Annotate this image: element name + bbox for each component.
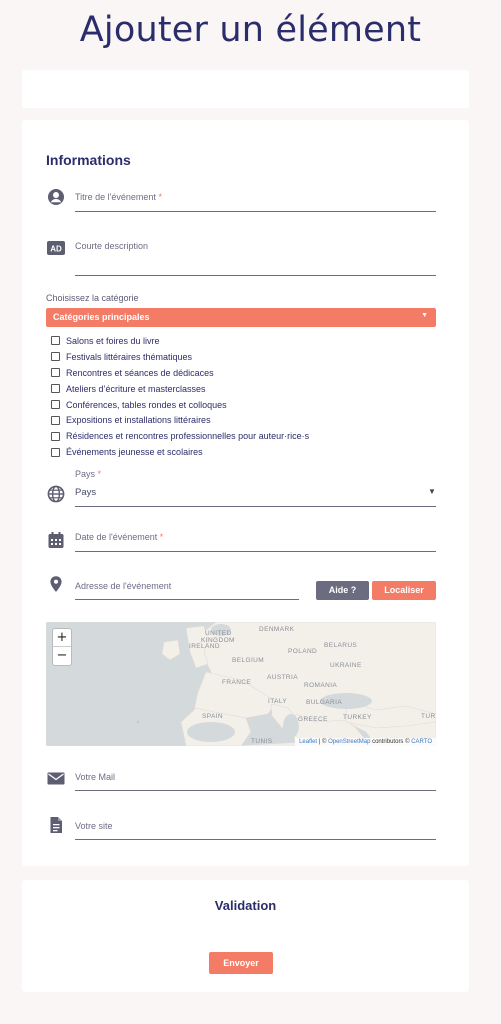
- date-input[interactable]: [75, 551, 436, 552]
- map-label: POLAND: [288, 648, 318, 655]
- category-option[interactable]: Rencontres et séances de dédicaces: [51, 365, 309, 381]
- validation-title: Validation: [214, 898, 277, 913]
- help-button[interactable]: Aide ?: [316, 581, 369, 600]
- category-option[interactable]: Festivals littéraires thématiques: [51, 349, 309, 365]
- informations-card: Informations Titre de l'événement * AD C…: [22, 120, 469, 866]
- site-input[interactable]: [75, 839, 436, 840]
- send-button[interactable]: Envoyer: [209, 952, 273, 974]
- map-label: FRANCE: [222, 679, 252, 686]
- top-card: [22, 70, 469, 108]
- section-title-informations: Informations: [46, 152, 131, 168]
- category-option-label: Rencontres et séances de dédicaces: [66, 367, 214, 378]
- category-checkbox-list: Salons et foires du livre Festivals litté…: [51, 333, 309, 460]
- category-option[interactable]: Événements jeunesse et scolaires: [51, 444, 309, 460]
- category-option-label: Conférences, tables rondes et colloques: [66, 399, 227, 410]
- map-label: UKRAINE: [330, 662, 362, 669]
- calendar-icon: [47, 531, 65, 549]
- ad-badge-icon: AD: [47, 239, 65, 257]
- category-option-label: Résidences et rencontres professionnelle…: [66, 431, 310, 442]
- zoom-in-button[interactable]: +: [53, 629, 71, 647]
- category-checkbox[interactable]: [51, 400, 60, 409]
- category-select-value: Catégories principales: [53, 312, 150, 322]
- mail-input[interactable]: [75, 790, 436, 791]
- country-underline: [75, 506, 436, 507]
- caret-down-icon: ▼: [421, 312, 428, 319]
- category-checkbox[interactable]: [51, 384, 60, 394]
- envelope-icon: [47, 769, 65, 787]
- description-input[interactable]: [75, 275, 436, 276]
- category-select[interactable]: Catégories principales ▼: [46, 308, 436, 327]
- map-label: BELARUS: [324, 642, 358, 649]
- country-field-label: Pays *: [75, 469, 102, 479]
- zoom-controls: + −: [52, 628, 72, 666]
- address-field-label: Adresse de l'événement: [75, 581, 172, 591]
- map-pin-icon: [47, 575, 65, 593]
- title-input[interactable]: [75, 211, 436, 212]
- leaflet-link[interactable]: Leaflet: [299, 739, 317, 745]
- category-label: Choisissez la catégorie: [46, 293, 139, 303]
- category-option-label: Festivals littéraires thématiques: [66, 351, 193, 362]
- map-label: TUNIS: [251, 738, 273, 745]
- zoom-out-button[interactable]: −: [53, 647, 71, 665]
- map-label: ROMANIA: [304, 682, 338, 689]
- map-label: SPAIN: [202, 713, 224, 720]
- category-option-label: Événements jeunesse et scolaires: [66, 447, 203, 458]
- map-label: ITALY: [268, 698, 288, 705]
- document-icon: [47, 816, 65, 834]
- globe-icon: [47, 485, 65, 503]
- map-label: UNITED: [205, 630, 232, 637]
- description-field-label: Courte description: [75, 241, 149, 251]
- category-checkbox[interactable]: [51, 447, 60, 457]
- map-attribution: Leaflet | © OpenStreetMap contributors ©…: [295, 738, 436, 746]
- category-option[interactable]: Conférences, tables rondes et colloques: [51, 397, 309, 413]
- locate-button[interactable]: Localiser: [372, 581, 436, 600]
- category-option[interactable]: Salons et foires du livre: [51, 333, 309, 349]
- title-field-label: Titre de l'événement *: [75, 192, 162, 202]
- category-option[interactable]: Ateliers d’écriture et masterclasses: [51, 381, 309, 397]
- page-title: Ajouter un élément: [79, 10, 422, 50]
- carto-link[interactable]: CARTO: [411, 739, 432, 745]
- map-label: BELGIUM: [232, 657, 265, 664]
- map-label: TUR: [421, 713, 436, 720]
- category-checkbox[interactable]: [51, 415, 60, 425]
- osm-link[interactable]: OpenStreetMap: [328, 739, 370, 745]
- country-select[interactable]: Pays: [75, 487, 96, 498]
- map[interactable]: + − DENMARK UNITED KINGDOM IRELAND BELAR…: [46, 622, 436, 746]
- address-input[interactable]: [75, 599, 299, 600]
- category-option-label: Expositions et installations littéraires: [66, 415, 211, 426]
- category-checkbox[interactable]: [51, 368, 60, 378]
- user-circle-icon: [47, 188, 65, 206]
- category-checkbox[interactable]: [51, 352, 60, 362]
- caret-down-icon[interactable]: ▼: [428, 487, 436, 496]
- svg-text:AD: AD: [50, 245, 62, 254]
- category-option-label: Ateliers d’écriture et masterclasses: [66, 383, 206, 394]
- map-label: GREECE: [298, 716, 328, 723]
- map-label: BULGARIA: [306, 699, 343, 706]
- map-label: DENMARK: [259, 626, 295, 633]
- mail-field-label: Votre Mail: [75, 772, 116, 782]
- category-option[interactable]: Résidences et rencontres professionnelle…: [51, 428, 309, 444]
- date-field-label: Date de l'événement *: [75, 532, 164, 542]
- map-label: TURKEY: [343, 714, 372, 721]
- validation-card: Validation Envoyer: [22, 880, 469, 992]
- category-option-label: Salons et foires du livre: [66, 335, 160, 346]
- category-option[interactable]: Expositions et installations littéraires: [51, 412, 309, 428]
- map-label: AUSTRIA: [267, 674, 298, 681]
- category-checkbox[interactable]: [51, 431, 60, 441]
- map-label: IRELAND: [189, 643, 220, 650]
- category-checkbox[interactable]: [51, 336, 60, 346]
- site-field-label: Votre site: [75, 821, 113, 831]
